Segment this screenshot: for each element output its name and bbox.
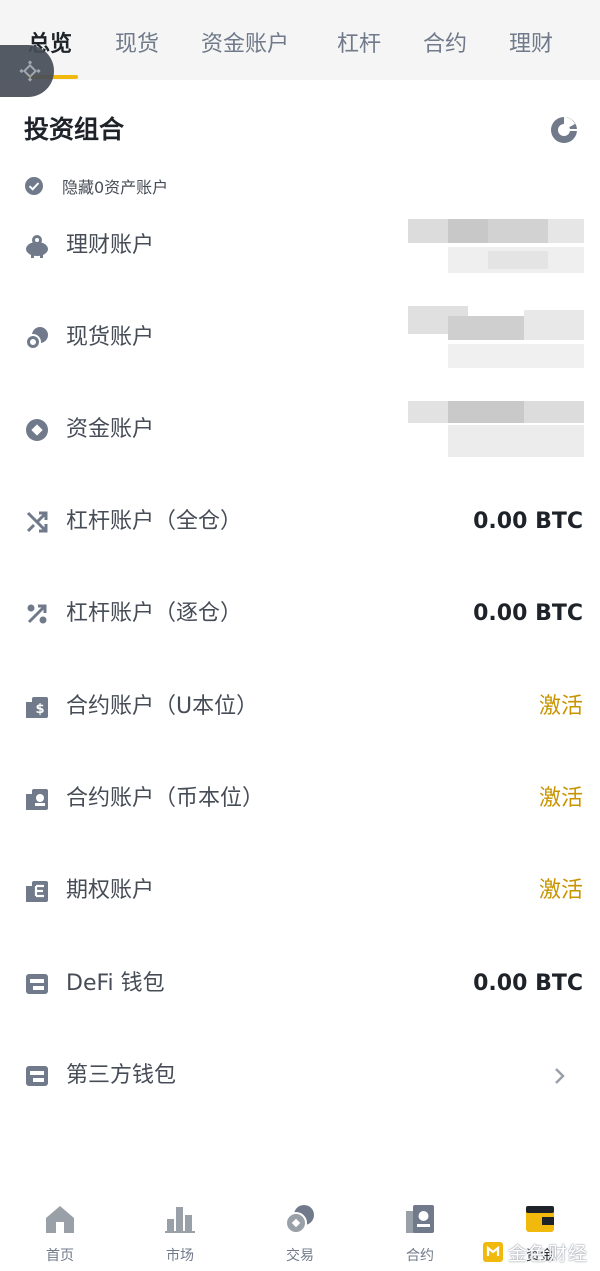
account-name: 杠杆账户（全仓） [66, 509, 243, 534]
binance-logo-icon [19, 60, 41, 82]
nav-trade[interactable]: 交易 [240, 1195, 360, 1271]
pie-chart-icon[interactable] [549, 115, 579, 145]
options-icon [26, 881, 48, 902]
account-name: 理财账户 [66, 233, 155, 258]
coins-icon [25, 327, 48, 350]
tab-earn[interactable]: 理财 [509, 30, 553, 60]
nav-futures[interactable]: 合约 [360, 1195, 480, 1271]
activate-link[interactable]: 激活 [539, 783, 583, 815]
home-icon [46, 1206, 74, 1233]
tab-funding[interactable]: 资金账户 [201, 30, 289, 60]
svg-text:$: $ [35, 702, 44, 717]
account-row-defi-wallet[interactable]: DeFi 钱包 0.00 BTC [0, 954, 600, 1014]
account-row-third-party-wallet[interactable]: 第三方钱包 [0, 1046, 600, 1106]
cross-arrows-icon [26, 511, 48, 533]
nav-label: 交易 [286, 1248, 314, 1264]
watermark-logo-icon [483, 1242, 503, 1262]
percent-icon [27, 604, 47, 624]
coin-futures-icon [26, 789, 48, 810]
nav-label: 首页 [46, 1248, 74, 1264]
usd-futures-icon: $ [26, 697, 48, 718]
account-balance: 0.00 BTC [473, 601, 583, 626]
nav-label: 市场 [166, 1248, 194, 1264]
blurred-balance [408, 300, 588, 370]
floating-assistant-button[interactable] [0, 45, 54, 97]
account-name: 第三方钱包 [66, 1063, 177, 1088]
account-row-isolated-margin[interactable]: 杠杆账户（逐仓） 0.00 BTC [0, 584, 600, 644]
piggy-bank-icon [26, 235, 48, 258]
check-circle-icon[interactable] [24, 176, 44, 196]
top-tab-bar: 总览 现货 资金账户 杠杆 合约 理财 [0, 0, 600, 80]
tab-margin[interactable]: 杠杆 [337, 30, 381, 60]
activate-link[interactable]: 激活 [539, 875, 583, 907]
blurred-balance [408, 207, 588, 277]
nav-home[interactable]: 首页 [0, 1195, 120, 1271]
watermark: 金色财经 [482, 1237, 600, 1267]
chevron-right-icon[interactable] [551, 1064, 569, 1088]
account-name: 合约账户（U本位） [66, 694, 259, 719]
nav-label: 合约 [406, 1248, 434, 1264]
account-name: DeFi 钱包 [66, 971, 165, 996]
account-balance: 0.00 BTC [473, 509, 583, 534]
diamond-coin-icon [26, 419, 48, 441]
account-row-usdm-futures[interactable]: $ 合约账户（U本位） 激活 [0, 677, 600, 737]
nav-market[interactable]: 市场 [120, 1195, 240, 1271]
account-name: 期权账户 [66, 878, 155, 903]
account-row-coinm-futures[interactable]: 合约账户（币本位） 激活 [0, 769, 600, 829]
trade-coins-icon [285, 1205, 314, 1234]
account-balance: 0.00 BTC [473, 971, 583, 996]
tab-futures[interactable]: 合约 [423, 30, 467, 60]
hide-zero-balance-toggle[interactable]: 隐藏0资产账户 [24, 175, 168, 197]
wallet-fund-icon [526, 1206, 554, 1232]
account-name: 资金账户 [66, 417, 155, 442]
account-name: 合约账户（币本位） [66, 786, 265, 811]
account-name: 杠杆账户（逐仓） [66, 601, 243, 626]
tab-spot[interactable]: 现货 [115, 30, 159, 60]
account-name: 现货账户 [66, 325, 155, 350]
market-bars-icon [165, 1207, 195, 1233]
account-row-cross-margin[interactable]: 杠杆账户（全仓） 0.00 BTC [0, 492, 600, 552]
wallet-icon [26, 974, 48, 994]
hide-zero-balance-label: 隐藏0资产账户 [62, 178, 169, 197]
futures-icon [406, 1205, 434, 1233]
activate-link[interactable]: 激活 [539, 691, 583, 723]
account-row-options[interactable]: 期权账户 激活 [0, 861, 600, 921]
wallet-icon [26, 1066, 48, 1086]
blurred-balance [408, 395, 588, 465]
watermark-text: 金色财经 [508, 1242, 589, 1265]
portfolio-title: 投资组合 [24, 115, 125, 144]
